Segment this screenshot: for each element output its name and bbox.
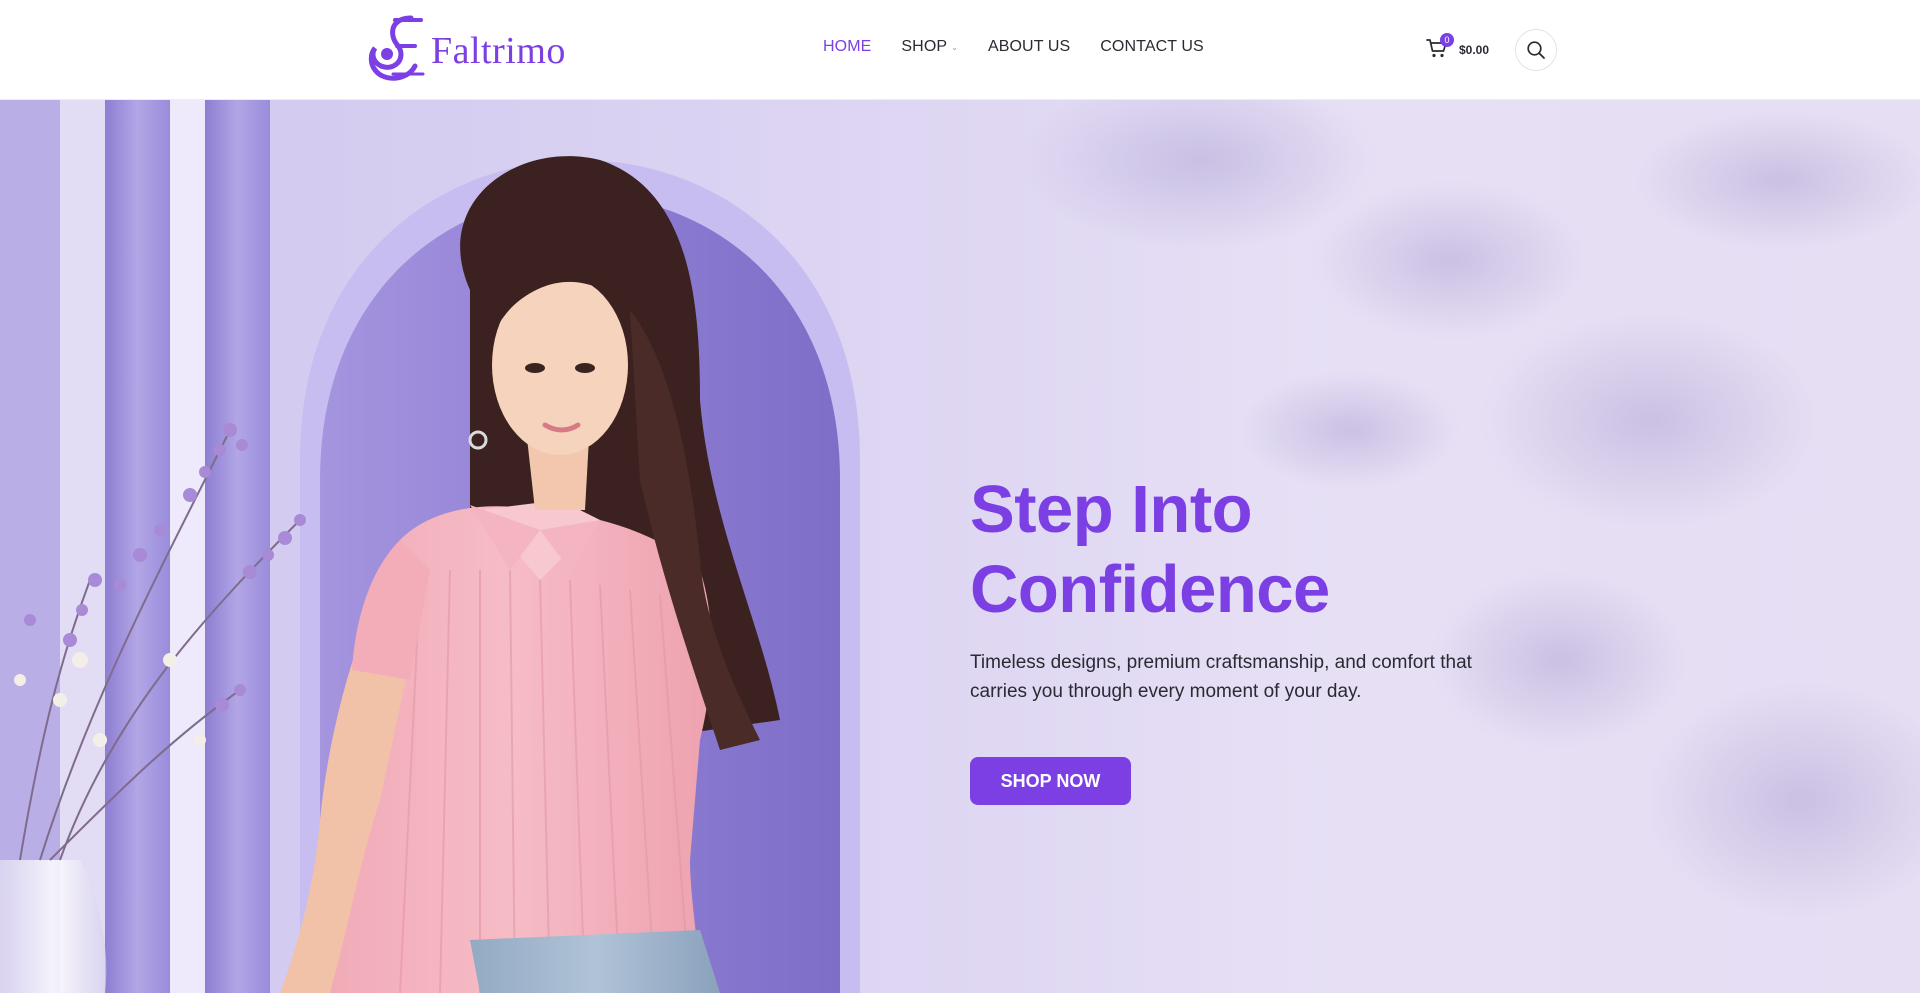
nav-item-label: SHOP bbox=[901, 38, 948, 55]
nav-item-label: HOME bbox=[823, 38, 872, 55]
chevron-down-icon: ⌄ bbox=[951, 42, 958, 52]
logo-mark-icon bbox=[368, 15, 425, 81]
hero-image bbox=[0, 100, 1920, 993]
nav-item-shop[interactable]: SHOP ⌄ bbox=[901, 38, 958, 56]
main-nav: HOME SHOP ⌄ ABOUT US CONTACT US bbox=[823, 38, 1234, 56]
nav-item-label: CONTACT US bbox=[1100, 38, 1204, 55]
hero-subtitle: Timeless designs, premium craftsmanship,… bbox=[970, 652, 1472, 702]
cart-total: $0.00 bbox=[1459, 42, 1490, 57]
hero-title: Step Into Confidence bbox=[970, 472, 1330, 627]
logo-text: Faltrimo bbox=[431, 30, 566, 72]
nav-item-home[interactable]: HOME bbox=[823, 38, 871, 56]
cart-button[interactable]: 0 $0.00 bbox=[1425, 33, 1490, 60]
hero-banner: Step Into Confidence Timeless designs, p… bbox=[0, 100, 1920, 993]
shop-now-button[interactable]: SHOP NOW bbox=[970, 757, 1131, 805]
site-logo[interactable]: Faltrimo bbox=[367, 14, 577, 84]
site-header: Faltrimo HOME SHOP ⌄ ABOUT US CONTACT US… bbox=[0, 0, 1920, 100]
nav-item-label: ABOUT US bbox=[987, 38, 1071, 55]
hero-content: Step Into Confidence Timeless designs, p… bbox=[970, 470, 1610, 805]
search-icon bbox=[1527, 41, 1545, 59]
search-button[interactable] bbox=[1515, 29, 1557, 71]
nav-item-contact-us[interactable]: CONTACT US bbox=[1100, 38, 1204, 56]
cart-count-badge: 0 bbox=[1440, 33, 1454, 47]
cart-icon: 0 bbox=[1425, 33, 1454, 60]
nav-item-about-us[interactable]: ABOUT US bbox=[988, 38, 1070, 56]
